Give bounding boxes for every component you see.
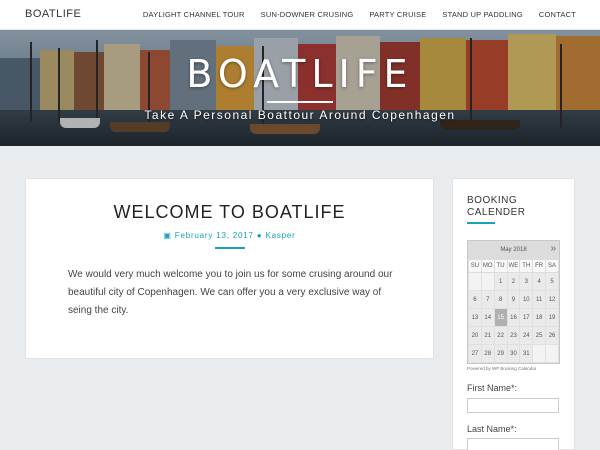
post-meta: ▣ February 13, 2017 ● Kasper	[26, 231, 433, 240]
post-divider	[215, 247, 245, 249]
first-name-label: First Name*:	[467, 383, 518, 393]
calendar-day[interactable]: 6	[468, 290, 482, 309]
powered-by-link[interactable]: Powered by WP Booking Calendar	[467, 366, 536, 371]
calendar-day[interactable]: 13	[468, 308, 482, 327]
calendar-day[interactable]: 17	[519, 308, 534, 327]
calendar-day[interactable]: 19	[545, 308, 559, 327]
calendar-day[interactable]: 10	[519, 290, 534, 309]
calendar-week-row: 20 21 22 23 24 25 26	[468, 326, 559, 345]
calendar-grid: SU MO TU WE TH FR SA 1 2 3 4 5 6 7 8 9 10 11 12 13 14…	[468, 259, 559, 363]
calendar-week-row: 6 7 8 9 10 11 12	[468, 290, 559, 309]
calendar-day[interactable]: 24	[519, 326, 534, 345]
calendar-day[interactable]: 20	[468, 326, 482, 345]
widget-title: BOOKING CALENDER	[467, 195, 526, 218]
calendar-day[interactable]: 1	[493, 272, 508, 291]
calendar-empty-cell	[545, 344, 559, 363]
calendar-day[interactable]: 14	[480, 308, 495, 327]
calendar-day[interactable]: 5	[545, 272, 559, 291]
calendar-week-row: 27 28 29 30 31	[468, 344, 559, 363]
hero-banner: BOATLIFE Take A Personal Boattour Around…	[0, 30, 600, 146]
calendar-day[interactable]: 8	[493, 290, 508, 309]
calendar-day[interactable]: 2	[506, 272, 521, 291]
calendar-month-label: May 2018	[500, 247, 527, 253]
calendar-week-row: 12345	[468, 272, 559, 291]
widget-divider	[467, 222, 495, 224]
calendar-day[interactable]: 3	[519, 272, 534, 291]
menu-item-daylight-channel-tour[interactable]: DAYLIGHT CHANNEL TOUR	[143, 10, 245, 19]
calendar-empty-cell	[480, 272, 495, 291]
weekday-label: SU	[468, 259, 482, 273]
post-card: WELCOME TO BOATLIFE ▣ February 13, 2017 …	[25, 178, 434, 359]
user-icon: ●	[256, 231, 263, 240]
weekday-label: TH	[519, 259, 534, 273]
calendar-day-today[interactable]: 15	[493, 308, 508, 327]
hero-subtitle: Take A Personal Boattour Around Copenhag…	[144, 108, 456, 122]
calendar-day[interactable]: 22	[493, 326, 508, 345]
calendar-day[interactable]: 11	[532, 290, 547, 309]
calendar-day[interactable]: 7	[480, 290, 495, 309]
weekday-label: MO	[480, 259, 495, 273]
post-date[interactable]: February 13, 2017	[175, 231, 254, 240]
weekday-label: TU	[493, 259, 508, 273]
menu-item-party-cruise[interactable]: PARTY CRUISE	[369, 10, 426, 19]
post-body: We would very much welcome you to join u…	[68, 269, 393, 316]
weekday-label: FR	[532, 259, 547, 273]
main-menu: DAYLIGHT CHANNEL TOUR SUN-DOWNER CRUSING…	[143, 10, 576, 19]
calendar-day[interactable]: 18	[532, 308, 547, 327]
calendar-day[interactable]: 25	[532, 326, 547, 345]
top-navbar: BOATLIFE DAYLIGHT CHANNEL TOUR SUN-DOWNE…	[0, 0, 600, 30]
calendar-day[interactable]: 4	[532, 272, 547, 291]
calendar-empty-cell	[532, 344, 547, 363]
post-title[interactable]: WELCOME TO BOATLIFE	[26, 202, 433, 223]
calendar-day[interactable]: 12	[545, 290, 559, 309]
hero-title: BOATLIFE	[186, 52, 414, 96]
booking-calendar: May 2018 » SU MO TU WE TH FR SA 12345678…	[467, 240, 560, 364]
booking-widget: BOOKING CALENDER May 2018 » SU MO TU WE …	[452, 178, 575, 450]
calendar-day[interactable]: 29	[493, 344, 508, 363]
post-author[interactable]: Kasper	[265, 231, 295, 240]
calendar-day[interactable]: 28	[480, 344, 495, 363]
menu-item-sun-downer-crusing[interactable]: SUN-DOWNER CRUSING	[261, 10, 354, 19]
calendar-day[interactable]: 27	[468, 344, 482, 363]
hero-divider	[267, 101, 333, 103]
site-brand-link[interactable]: BOATLIFE	[25, 8, 81, 20]
calendar-icon: ▣	[163, 231, 172, 240]
last-name-label: Last Name*:	[467, 424, 517, 434]
next-month-icon[interactable]: »	[550, 243, 556, 254]
weekday-label: WE	[506, 259, 521, 273]
calendar-day[interactable]: 9	[506, 290, 521, 309]
calendar-day[interactable]: 31	[519, 344, 534, 363]
calendar-day[interactable]: 26	[545, 326, 559, 345]
menu-item-contact[interactable]: CONTACT	[539, 10, 576, 19]
calendar-day[interactable]: 23	[506, 326, 521, 345]
calendar-header: May 2018 »	[468, 241, 559, 259]
calendar-empty-cell	[468, 272, 482, 291]
weekday-label: SA	[545, 259, 559, 273]
menu-item-stand-up-paddling[interactable]: STAND UP PADDLING	[442, 10, 523, 19]
first-name-input[interactable]	[467, 398, 559, 413]
calendar-day[interactable]: 21	[480, 326, 495, 345]
calendar-day[interactable]: 30	[506, 344, 521, 363]
calendar-day[interactable]: 16	[506, 308, 521, 327]
calendar-week-row: 13 14 15 16 17 18 19	[468, 308, 559, 327]
last-name-input[interactable]	[467, 438, 559, 450]
